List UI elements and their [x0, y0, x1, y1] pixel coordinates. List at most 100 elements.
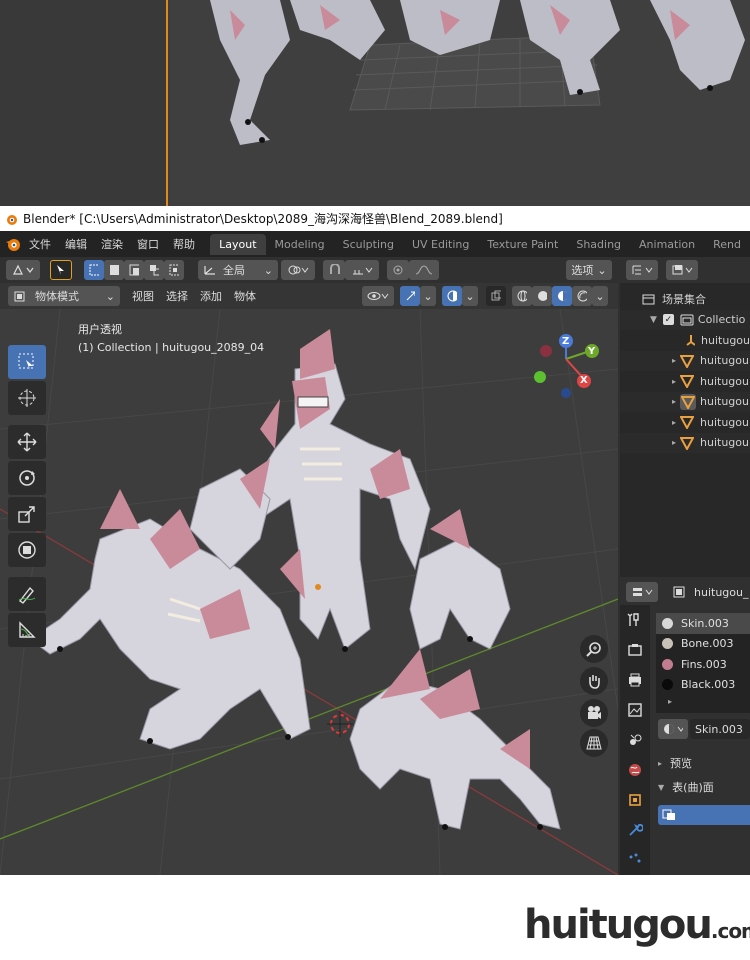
properties-editor-type[interactable] — [626, 582, 658, 602]
outliner-scene-collection[interactable]: 场景集合 — [620, 289, 750, 310]
zoom-button[interactable] — [580, 635, 608, 663]
outliner-item[interactable]: ▸ huitugou — [620, 350, 750, 371]
expand-arrow-icon[interactable]: ▼ — [650, 315, 657, 325]
tab-rendering[interactable]: Rend — [704, 234, 750, 255]
gizmo-dropdown[interactable]: ⌄ — [420, 286, 436, 306]
tab-particles[interactable] — [620, 845, 650, 875]
material-slot[interactable]: Black.003 — [656, 675, 750, 696]
select-mode-invert-icon[interactable] — [144, 260, 164, 280]
perspective-toggle-button[interactable] — [580, 729, 608, 757]
outliner-item[interactable]: ▸ huitugou — [620, 412, 750, 433]
transform-orientation-dropdown[interactable]: 全局 ⌄ — [198, 260, 278, 280]
menu-render[interactable]: 渲染 — [94, 236, 130, 252]
snap-toggle-icon[interactable] — [323, 260, 345, 280]
gizmo-toggle-icon[interactable] — [400, 286, 420, 306]
tab-output[interactable] — [620, 665, 650, 695]
tool-cursor[interactable] — [8, 381, 46, 415]
tab-object[interactable] — [620, 785, 650, 815]
menu-select[interactable]: 选择 — [160, 288, 194, 304]
mode-dropdown[interactable]: 物体模式 ⌄ — [8, 286, 120, 306]
3d-viewport[interactable]: Z Y X 全局 ⌄ 选项 ⌄ 物体模式 ⌄ 视图 选择 添加 物体 ⌄ ⌄ ⌄… — [0, 257, 618, 875]
expand-arrow-icon[interactable]: ▸ — [672, 397, 676, 406]
snap-target-dropdown[interactable] — [345, 260, 379, 280]
outliner-item-label: huitugou — [700, 395, 749, 409]
shading-material-icon[interactable] — [552, 286, 572, 306]
surface-shader-field[interactable] — [658, 805, 750, 825]
select-mode-new-icon[interactable] — [84, 260, 104, 280]
tab-view-layer[interactable] — [620, 695, 650, 725]
chevron-down-icon: ⌄ — [595, 289, 605, 303]
options-dropdown[interactable]: 选项 ⌄ — [566, 260, 612, 280]
tool-select-box[interactable] — [8, 345, 46, 379]
material-browse-button[interactable] — [658, 719, 688, 739]
section-surface[interactable]: ▼ 表(曲)面 — [658, 779, 714, 795]
section-preview[interactable]: ▸ 预览 — [658, 755, 692, 771]
material-slot[interactable]: Fins.003 — [656, 654, 750, 675]
tool-transform[interactable] — [8, 533, 46, 567]
editor-type-button[interactable] — [6, 260, 40, 280]
select-mode-extend-icon[interactable] — [104, 260, 124, 280]
shading-dropdown[interactable]: ⌄ — [592, 286, 608, 306]
shading-rendered-icon[interactable] — [572, 286, 592, 306]
material-name-field[interactable]: Skin.003 — [690, 719, 750, 739]
menu-window[interactable]: 窗口 — [130, 236, 166, 252]
tab-layout[interactable]: Layout — [210, 233, 266, 255]
outliner-item[interactable]: huitugou — [620, 330, 750, 351]
viewport-canvas[interactable]: Z Y X — [0, 308, 618, 875]
overlay-dropdown[interactable]: ⌄ — [462, 286, 478, 306]
menu-add[interactable]: 添加 — [194, 288, 228, 304]
select-mode-subtract-icon[interactable] — [124, 260, 144, 280]
tool-annotate[interactable] — [8, 577, 46, 611]
outliner-collection[interactable]: ▼ ✓ Collectio — [620, 309, 750, 330]
pivot-point-dropdown[interactable] — [281, 260, 315, 280]
menu-edit[interactable]: 编辑 — [58, 236, 94, 252]
tab-animation[interactable]: Animation — [630, 234, 704, 255]
expand-arrow-icon[interactable]: ▸ — [672, 438, 676, 447]
tab-scene[interactable] — [620, 725, 650, 755]
outliner-item-active[interactable]: ▸ huitugou — [620, 391, 750, 412]
tab-shading[interactable]: Shading — [567, 234, 630, 255]
tab-world[interactable] — [620, 755, 650, 785]
tab-texture-paint[interactable]: Texture Paint — [478, 234, 567, 255]
xray-toggle-icon[interactable] — [486, 286, 506, 306]
shading-wireframe-icon[interactable] — [512, 286, 532, 306]
display-mode-dropdown[interactable] — [666, 260, 698, 280]
proportional-edit-icon[interactable] — [387, 260, 409, 280]
outliner-editor-type[interactable] — [626, 260, 658, 280]
checkbox-icon[interactable]: ✓ — [662, 314, 674, 326]
tab-modeling[interactable]: Modeling — [266, 234, 334, 255]
chevron-down-icon: ⌄ — [105, 289, 115, 303]
pan-button[interactable] — [580, 667, 608, 695]
camera-view-button[interactable] — [580, 699, 608, 727]
tool-scale[interactable] — [8, 497, 46, 531]
material-slot[interactable]: Skin.003 — [656, 613, 750, 634]
expand-arrow-icon[interactable]: ▸ — [672, 377, 676, 386]
falloff-dropdown[interactable] — [409, 260, 439, 280]
expand-arrow-icon[interactable]: ▸ — [672, 356, 676, 365]
material-slot[interactable]: Bone.003 — [656, 634, 750, 655]
tool-rotate[interactable] — [8, 461, 46, 495]
tab-modifiers[interactable] — [620, 815, 650, 845]
tab-render[interactable] — [620, 635, 650, 665]
menu-view[interactable]: 视图 — [126, 288, 160, 304]
zoom-icon — [586, 642, 601, 657]
outliner-item[interactable]: ▸ huitugou — [620, 432, 750, 453]
tab-tool[interactable] — [620, 605, 650, 635]
select-box-icon — [18, 353, 34, 370]
expand-arrow-icon[interactable]: ▸ — [668, 697, 672, 706]
menu-help[interactable]: 帮助 — [166, 236, 202, 252]
outliner-item[interactable]: ▸ huitugou — [620, 371, 750, 392]
shading-solid-icon[interactable] — [532, 286, 552, 306]
menu-file[interactable]: 文件 — [22, 236, 58, 252]
expand-arrow-icon[interactable]: ▸ — [672, 418, 676, 427]
blender-menu-icon[interactable] — [4, 234, 22, 254]
select-tool-button[interactable] — [50, 260, 72, 280]
tab-uv-editing[interactable]: UV Editing — [403, 234, 478, 255]
select-mode-intersect-icon[interactable] — [164, 260, 184, 280]
visibility-dropdown[interactable] — [362, 286, 394, 306]
menu-object[interactable]: 物体 — [228, 288, 262, 304]
tool-move[interactable] — [8, 425, 46, 459]
tab-sculpting[interactable]: Sculpting — [334, 234, 403, 255]
overlay-toggle-icon[interactable] — [442, 286, 462, 306]
tool-measure[interactable] — [8, 613, 46, 647]
